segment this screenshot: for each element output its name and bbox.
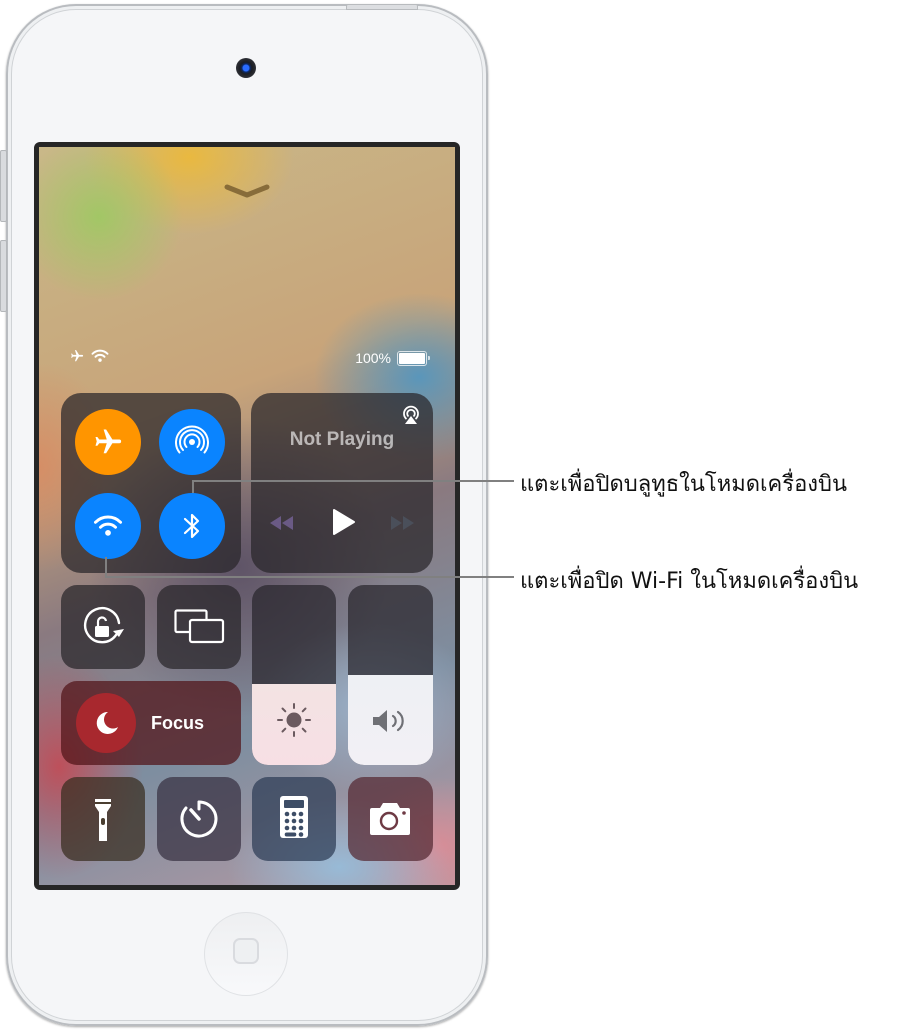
brightness-slider[interactable] — [252, 585, 336, 765]
volume-slider[interactable] — [348, 585, 433, 765]
flashlight-button[interactable] — [61, 777, 145, 861]
connectivity-module — [61, 393, 241, 573]
chevron-down-icon[interactable] — [224, 183, 270, 199]
wifi-callout-leader-vertical — [105, 557, 107, 577]
timer-icon — [180, 800, 218, 838]
home-button[interactable] — [204, 912, 288, 996]
battery-percent: 100% — [355, 350, 391, 366]
camera-button[interactable] — [348, 777, 433, 861]
screen-mirroring-button[interactable] — [157, 585, 241, 669]
wifi-icon — [94, 515, 122, 536]
flashlight-icon — [95, 799, 111, 841]
focus-button[interactable]: Focus — [61, 681, 241, 765]
home-button-icon — [233, 938, 259, 964]
airplane-icon — [71, 350, 84, 362]
screen-mirroring-icon — [174, 609, 225, 644]
volume-down-button — [0, 240, 7, 312]
airplane-icon — [95, 429, 122, 454]
orientation-lock-icon — [83, 606, 124, 644]
battery-icon — [397, 350, 430, 366]
top-button — [346, 4, 418, 10]
front-camera-icon — [236, 58, 256, 78]
wifi-callout-text: แตะเพื่อปิด Wi-Fi ในโหมดเครื่องบิน — [520, 569, 859, 594]
play-icon[interactable] — [329, 507, 357, 537]
moon-icon — [96, 711, 118, 734]
fast-forward-icon[interactable] — [389, 514, 417, 532]
airdrop-toggle[interactable] — [159, 409, 225, 475]
timer-button[interactable] — [157, 777, 241, 861]
bluetooth-toggle[interactable] — [159, 493, 225, 559]
bluetooth-callout-leader — [192, 480, 514, 482]
camera-icon — [370, 803, 410, 835]
sun-icon — [277, 703, 311, 737]
now-playing-module: Not Playing — [251, 393, 433, 573]
control-center-screen: 100% Not Playing Focus — [39, 147, 455, 885]
orientation-lock-button[interactable] — [61, 585, 145, 669]
airplay-icon[interactable] — [399, 402, 423, 426]
focus-icon-circle — [76, 693, 136, 753]
now-playing-label: Not Playing — [289, 429, 395, 450]
speaker-icon — [373, 710, 404, 732]
focus-label: Focus — [151, 713, 205, 733]
wifi-icon — [91, 349, 109, 362]
calculator-icon — [280, 796, 308, 838]
wifi-callout-leader — [105, 576, 514, 578]
bluetooth-callout-text: แตะเพื่อปิดบลูทูธในโหมดเครื่องบิน — [520, 472, 848, 497]
bluetooth-icon — [183, 513, 200, 539]
airdrop-icon — [175, 425, 209, 454]
calculator-button[interactable] — [252, 777, 336, 861]
rewind-icon[interactable] — [267, 514, 295, 532]
status-bar: 100% — [39, 349, 455, 369]
wifi-toggle[interactable] — [75, 493, 141, 559]
volume-up-button — [0, 150, 7, 222]
airplane-mode-toggle[interactable] — [75, 409, 141, 475]
